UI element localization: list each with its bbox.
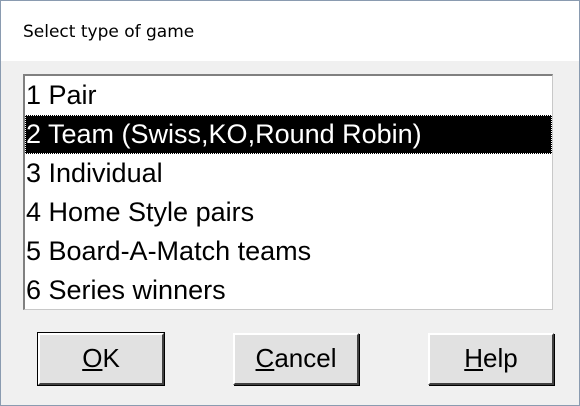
list-item-label: 1 Pair [26, 80, 97, 110]
list-item-series-winners[interactable]: 6 Series winners [25, 271, 552, 309]
list-item-pair[interactable]: 1 Pair [25, 76, 552, 115]
ok-label-rest: K [102, 343, 120, 373]
cancel-label-rest: ancel [274, 343, 337, 373]
cancel-accel-key: C [255, 343, 275, 373]
dialog-title-bar[interactable]: Select type of game [1, 1, 579, 62]
help-accel-key: H [464, 343, 484, 373]
list-item-board-a-match-teams[interactable]: 5 Board-A-Match teams [25, 232, 552, 271]
list-item-label: 4 Home Style pairs [26, 197, 255, 227]
list-item-team[interactable]: 2 Team (Swiss,KO,Round Robin) [25, 115, 552, 154]
list-item-individual[interactable]: 3 Individual [25, 154, 552, 193]
list-item-label: 6 Series winners [26, 275, 226, 305]
list-item-label: 5 Board-A-Match teams [26, 236, 312, 266]
select-game-type-dialog: Select type of game 1 Pair 2 Team (Swiss… [0, 0, 580, 406]
cancel-button[interactable]: Cancel [233, 333, 359, 385]
help-label-rest: elp [483, 343, 518, 373]
list-item-label: 2 Team (Swiss,KO,Round Robin) [26, 119, 422, 149]
help-button[interactable]: Help [428, 333, 554, 385]
ok-accel-key: O [82, 343, 103, 373]
list-item-home-style-pairs[interactable]: 4 Home Style pairs [25, 193, 552, 232]
game-type-listbox[interactable]: 1 Pair 2 Team (Swiss,KO,Round Robin) 3 I… [23, 74, 553, 310]
dialog-title: Select type of game [23, 22, 195, 42]
ok-button[interactable]: OK [37, 332, 165, 386]
list-item-label: 3 Individual [26, 158, 163, 188]
